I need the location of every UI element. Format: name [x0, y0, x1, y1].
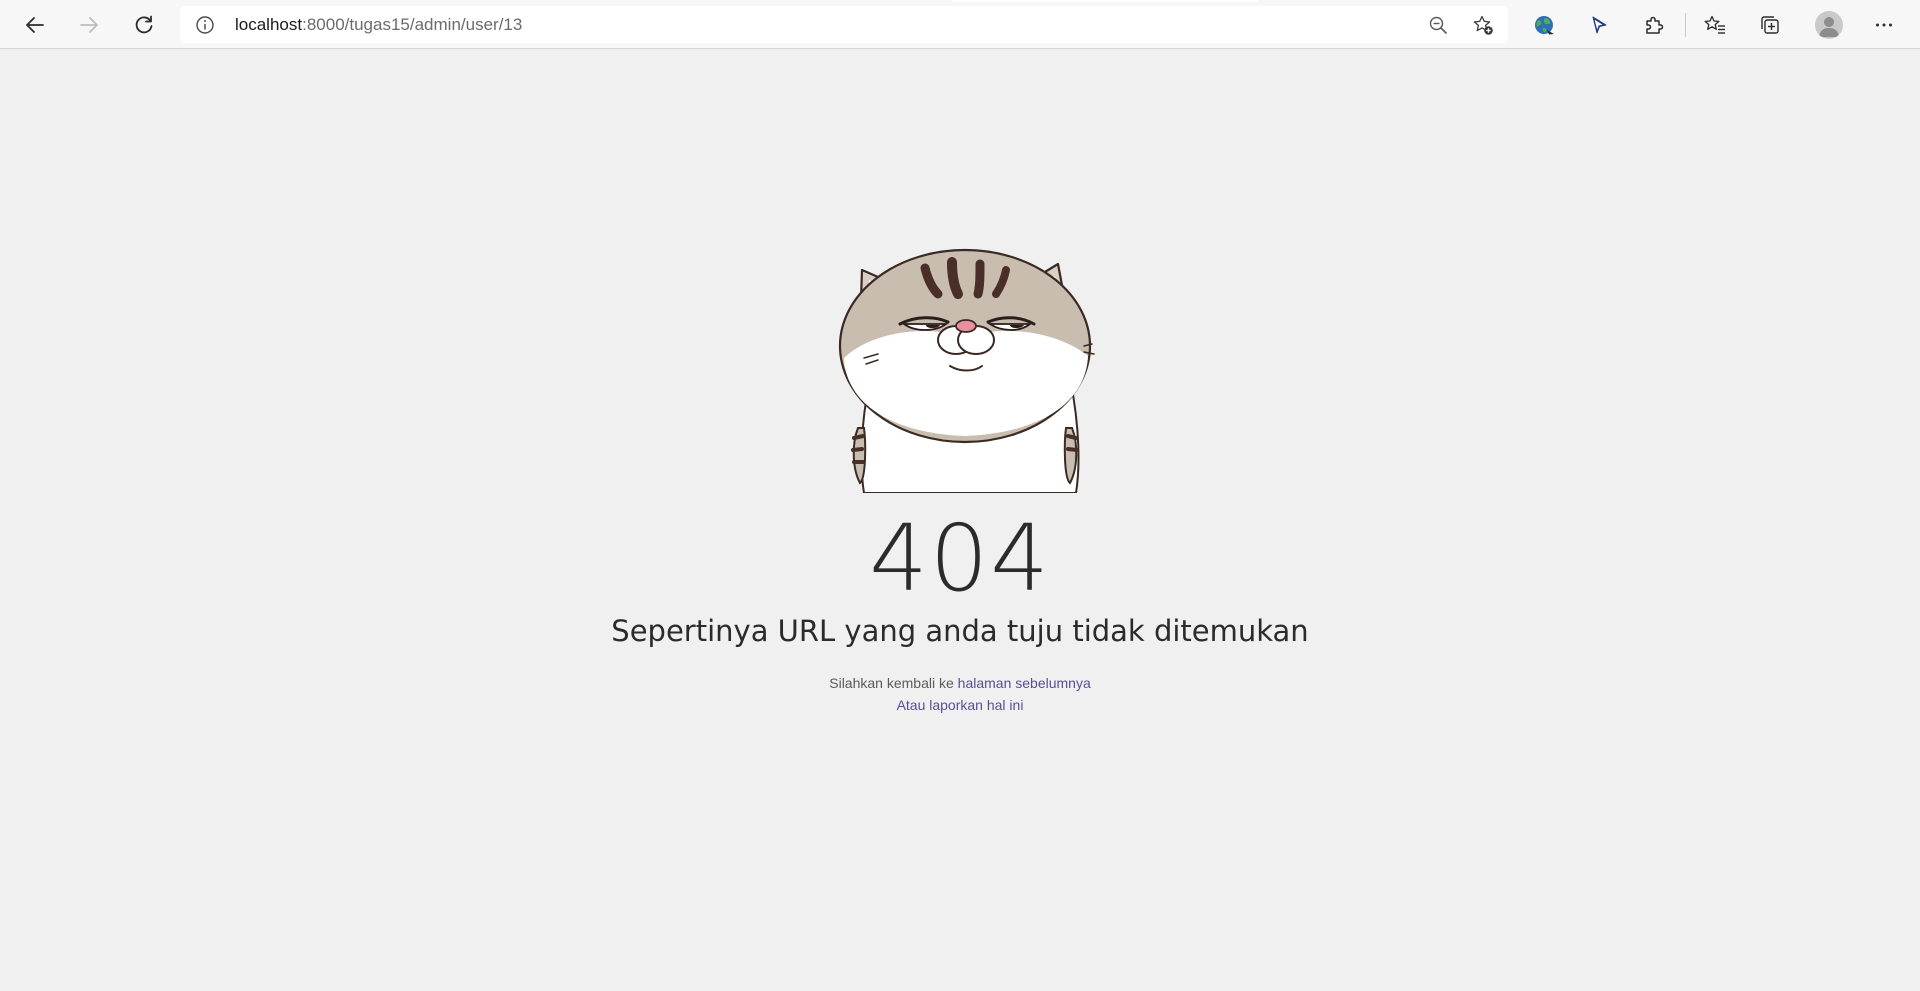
url-path: :8000/tugas15/admin/user/13 [302, 15, 523, 34]
back-prefix: Silahkan kembali ke [829, 675, 958, 691]
star-add-icon [1473, 15, 1493, 35]
info-icon [196, 16, 214, 34]
zoom-out-icon [1429, 16, 1447, 34]
error-title: Sepertinya URL yang anda tuju tidak dite… [611, 614, 1309, 648]
extension-globe-button[interactable] [1527, 9, 1561, 41]
cursor-icon [1592, 16, 1607, 34]
profile-icon [1819, 17, 1839, 37]
report-link[interactable]: Atau laporkan hal ini [897, 697, 1024, 713]
add-favorite-button[interactable] [1472, 14, 1494, 36]
toolbar-separator [1685, 13, 1686, 37]
collections-button[interactable] [1753, 9, 1787, 41]
site-info-button[interactable] [195, 15, 215, 40]
extension-cursor-button[interactable] [1582, 9, 1616, 41]
favorites-icon [1704, 15, 1725, 34]
zoom-button[interactable] [1427, 14, 1449, 36]
cat-illustration [838, 248, 1095, 493]
error-code: 404 [869, 505, 1051, 612]
extensions-button[interactable] [1637, 9, 1671, 41]
globe-icon [1535, 16, 1554, 35]
more-button[interactable] [1867, 9, 1901, 41]
arrow-left-icon [26, 17, 44, 33]
more-icon [1876, 23, 1892, 27]
back-instruction: Silahkan kembali ke halaman sebelumnya [0, 672, 1920, 694]
arrow-right-icon [80, 17, 98, 33]
url-host: localhost [235, 15, 303, 34]
favorites-button[interactable] [1698, 9, 1732, 41]
report-line: Atau laporkan hal ini [0, 694, 1920, 716]
previous-page-link[interactable]: halaman sebelumnya [958, 675, 1091, 691]
url-text[interactable]: localhost:8000/tugas15/admin/user/13 [235, 15, 522, 35]
collections-icon [1761, 16, 1779, 34]
refresh-button[interactable] [127, 9, 161, 41]
browser-toolbar: localhost:8000/tugas15/admin/user/13 [0, 0, 1920, 49]
refresh-icon [135, 15, 153, 34]
avatar[interactable] [1815, 11, 1843, 39]
puzzle-icon [1646, 16, 1664, 34]
back-button[interactable] [18, 9, 52, 41]
forward-button[interactable] [72, 9, 106, 41]
address-bar[interactable]: localhost:8000/tugas15/admin/user/13 [180, 6, 1508, 43]
tab-strip-edge [952, 0, 1258, 2]
